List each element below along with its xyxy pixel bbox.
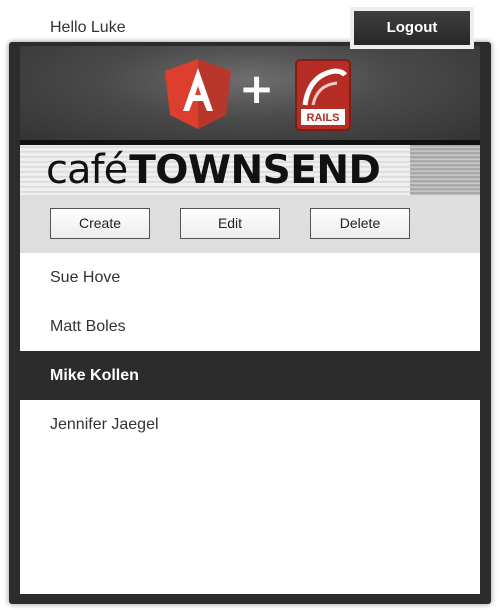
rails-logo-icon: RAILS xyxy=(295,59,351,131)
brand-townsend-text: TOWNSEND xyxy=(129,148,381,193)
plus-separator: + xyxy=(239,64,275,113)
create-button[interactable]: Create xyxy=(50,208,150,239)
logout-button[interactable]: Logout xyxy=(350,7,474,49)
employee-toolbar: Create Edit Delete xyxy=(20,195,480,253)
greeting-text: Hello Luke xyxy=(50,19,126,36)
cafe-townsend-banner: caféTOWNSEND xyxy=(20,140,480,195)
employee-list: Sue Hove Matt Boles Mike Kollen Jennifer… xyxy=(20,253,480,594)
delete-button[interactable]: Delete xyxy=(310,208,410,239)
brand-cafe-text: café xyxy=(46,147,128,193)
employee-item-sue-hove[interactable]: Sue Hove xyxy=(20,253,480,302)
app-panel: + RAILS caféTOWNSEND Create Edit Delete … xyxy=(9,42,491,604)
employee-item-mike-kollen[interactable]: Mike Kollen xyxy=(20,351,480,400)
edit-button[interactable]: Edit xyxy=(180,208,280,239)
logo-header: + RAILS xyxy=(20,46,480,142)
rails-logo-text: RAILS xyxy=(307,112,340,124)
brand-logo: caféTOWNSEND xyxy=(46,147,381,193)
employee-item-jennifer-jaegel[interactable]: Jennifer Jaegel xyxy=(20,400,480,449)
employee-item-matt-boles[interactable]: Matt Boles xyxy=(20,302,480,351)
angular-logo-icon xyxy=(165,59,231,129)
